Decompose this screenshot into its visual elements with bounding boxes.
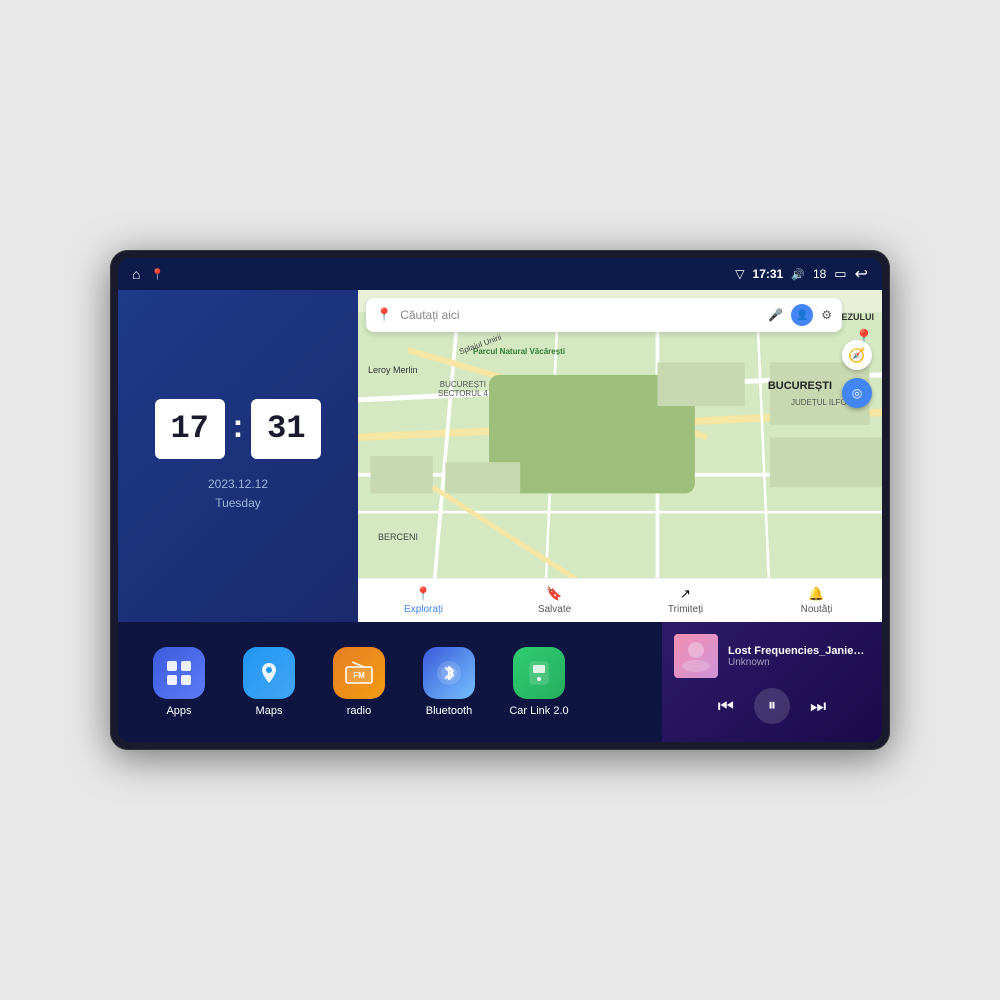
send-icon: ↗ (680, 586, 691, 602)
back-icon[interactable]: ↩ (855, 264, 868, 284)
volume-level: 18 (813, 267, 826, 281)
map-search-placeholder[interactable]: Căutați aici (400, 308, 760, 322)
sector-label: BUCUREȘTI SECTORUL 4 (438, 380, 488, 398)
music-details: Lost Frequencies_Janieck Devy-... Unknow… (728, 645, 870, 668)
bluetooth-app-icon (435, 659, 463, 687)
send-label: Trimiteți (668, 604, 703, 615)
park-label: Parcul Natural Văcărești (473, 347, 565, 356)
music-info: Lost Frequencies_Janieck Devy-... Unknow… (674, 634, 870, 678)
signal-icon: ▽ (735, 267, 744, 281)
carlink-icon (513, 647, 565, 699)
music-artist: Unknown (728, 657, 870, 668)
music-thumb-image (674, 634, 718, 678)
maps-icon (243, 647, 295, 699)
bottom-section: Apps Maps (118, 622, 882, 742)
music-play-button[interactable]: ⏸ (754, 688, 790, 724)
map-tab-explore[interactable]: 📍 Explorați (358, 586, 489, 615)
bluetooth-label: Bluetooth (426, 705, 472, 717)
map-tab-saved[interactable]: 🔖 Salvate (489, 586, 620, 615)
map-layers-icon[interactable]: ⚙ (821, 308, 832, 322)
radio-label: radio (347, 705, 371, 717)
map-tab-send[interactable]: ↗ Trimiteți (620, 586, 751, 615)
app-item-apps[interactable]: Apps (134, 647, 224, 717)
clock-widget: 17 : 31 2023.12.12 Tuesday (118, 290, 358, 622)
map-background: Parcul Natural Văcărești Leroy Merlin BU… (358, 290, 882, 622)
main-content: 17 : 31 2023.12.12 Tuesday (118, 290, 882, 742)
music-prev-button[interactable]: ⏮ (718, 696, 734, 717)
maps-nav-icon[interactable]: 📍 (150, 268, 164, 281)
app-grid: Apps Maps (118, 622, 662, 742)
music-player: Lost Frequencies_Janieck Devy-... Unknow… (662, 622, 882, 742)
berceni-label: BERCENI (378, 532, 418, 542)
map-user-avatar[interactable]: 👤 (791, 304, 813, 326)
status-bar: ⌂ 📍 ▽ 17:31 🔊 18 ▭ ↩ (118, 258, 882, 290)
top-section: 17 : 31 2023.12.12 Tuesday (118, 290, 882, 622)
clock-display: 17 : 31 (155, 399, 322, 459)
explore-icon: 📍 (415, 586, 431, 602)
map-tab-news[interactable]: 🔔 Noutăți (751, 586, 882, 615)
apps-icon (153, 647, 205, 699)
map-area[interactable]: Parcul Natural Văcărești Leroy Merlin BU… (358, 290, 882, 622)
explore-label: Explorați (404, 604, 443, 615)
music-play-icon: ⏸ (768, 697, 776, 715)
map-location-button[interactable]: ◎ (842, 378, 872, 408)
leroy-label: Leroy Merlin (368, 365, 418, 375)
saved-label: Salvate (538, 604, 571, 615)
bucuresti-label: BUCUREȘTI (768, 380, 832, 392)
news-icon: 🔔 (808, 586, 824, 602)
music-thumbnail (674, 634, 718, 678)
music-thumb-svg (674, 634, 718, 678)
music-next-button[interactable]: ⏭ (810, 696, 826, 717)
home-icon[interactable]: ⌂ (132, 266, 140, 282)
status-right: ▽ 17:31 🔊 18 ▭ ↩ (735, 264, 868, 284)
bluetooth-icon (423, 647, 475, 699)
apps-grid-icon (165, 659, 193, 687)
carlink-label: Car Link 2.0 (509, 705, 568, 717)
news-label: Noutăți (801, 604, 833, 615)
saved-icon: 🔖 (546, 586, 562, 602)
app-item-bluetooth[interactable]: Bluetooth (404, 647, 494, 717)
svg-text:FM: FM (353, 671, 365, 680)
app-item-radio[interactable]: FM radio (314, 647, 404, 717)
clock-hour: 17 (155, 399, 225, 459)
carlink-app-icon (525, 659, 553, 687)
status-left: ⌂ 📍 (132, 266, 164, 282)
volume-icon: 🔊 (791, 268, 805, 281)
car-screen-device: ⌂ 📍 ▽ 17:31 🔊 18 ▭ ↩ 17 : (110, 250, 890, 750)
radio-icon: FM (333, 647, 385, 699)
maps-app-icon (255, 659, 283, 687)
map-search-bar[interactable]: 📍 Căutați aici 🎤 👤 ⚙ (366, 298, 842, 332)
map-mic-icon[interactable]: 🎤 (768, 308, 783, 322)
map-nav-tabs: 📍 Explorați 🔖 Salvate ↗ Trimiteți 🔔 (358, 578, 882, 622)
clock-colon: : (233, 408, 244, 445)
music-title: Lost Frequencies_Janieck Devy-... (728, 645, 870, 657)
app-item-maps[interactable]: Maps (224, 647, 314, 717)
device-screen: ⌂ 📍 ▽ 17:31 🔊 18 ▭ ↩ 17 : (118, 258, 882, 742)
maps-label: Maps (256, 705, 283, 717)
map-compass-button[interactable]: 🧭 (842, 340, 872, 370)
map-roads-svg (358, 290, 882, 622)
radio-app-icon: FM (344, 659, 374, 687)
clock-date-value: 2023.12.12 (208, 475, 268, 494)
map-search-pin-icon: 📍 (376, 307, 392, 323)
music-controls: ⏮ ⏸ ⏭ (674, 688, 870, 724)
apps-label: Apps (166, 705, 191, 717)
clock-date: 2023.12.12 Tuesday (208, 475, 268, 513)
app-item-carlink[interactable]: Car Link 2.0 (494, 647, 584, 717)
status-time: 17:31 (753, 267, 784, 281)
clock-minute: 31 (251, 399, 321, 459)
clock-day-value: Tuesday (208, 494, 268, 513)
battery-icon: ▭ (834, 266, 846, 282)
